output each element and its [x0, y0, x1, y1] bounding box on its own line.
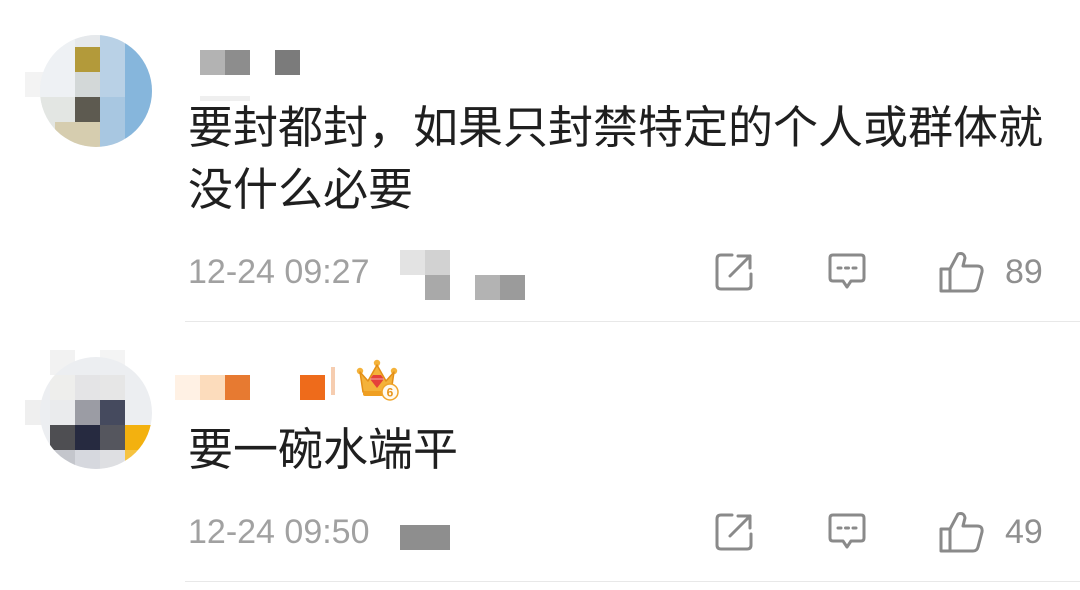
comment-text: 要一碗水端平 [188, 423, 459, 476]
location [188, 507, 450, 550]
mosaic-block [100, 400, 125, 425]
mosaic-block [475, 275, 500, 300]
mosaic-block [75, 450, 100, 469]
comment-body: 要封都封，如果只封禁特定的个人或群体就没什么必要 12-24 09:27 89 [188, 0, 1080, 300]
mosaic-block [500, 275, 525, 300]
mosaic-block [125, 425, 152, 450]
badge-level: 6 [387, 386, 394, 400]
mosaic-block [75, 375, 100, 400]
thumbs-up-icon [939, 512, 984, 553]
mosaic-block [225, 375, 250, 400]
crown-badge-icon[interactable]: 6 [355, 357, 399, 401]
share-button[interactable] [713, 251, 755, 293]
divider [185, 581, 1080, 582]
mosaic-block [100, 97, 125, 147]
mosaic-block [50, 400, 75, 425]
like-count: 49 [1005, 513, 1043, 551]
mosaic-block [75, 400, 100, 425]
mosaic-block [50, 425, 75, 450]
comment-text: 要封都封，如果只封禁特定的个人或群体就没什么必要 [188, 101, 1044, 216]
mosaic-block [100, 375, 125, 400]
mosaic-block [200, 96, 250, 101]
mosaic-block [125, 35, 152, 147]
mosaic-block [50, 375, 75, 400]
mosaic-block [75, 47, 100, 72]
mosaic-block [50, 450, 75, 469]
mosaic-block [400, 250, 425, 275]
mosaic-block [225, 50, 250, 75]
mosaic-block [55, 122, 100, 147]
avatar[interactable] [40, 35, 152, 147]
mosaic-block [200, 375, 225, 400]
mosaic-block [300, 375, 325, 400]
timestamp: 12-24 09:27 [188, 253, 370, 291]
mosaic-block [400, 525, 450, 550]
comment-item[interactable]: 要封都封，如果只封禁特定的个人或群体就没什么必要 12-24 09:27 89 [0, 0, 1080, 322]
location [188, 247, 525, 300]
mosaic-block [331, 367, 335, 395]
share-icon [715, 513, 753, 551]
comment-icon [828, 513, 866, 549]
comment-list: 要封都封，如果只封禁特定的个人或群体就没什么必要 12-24 09:27 89 … [0, 0, 1080, 582]
mosaic-block [425, 250, 450, 275]
like-count: 89 [1005, 253, 1043, 291]
mosaic-block [75, 425, 100, 450]
like-button[interactable]: 89 [938, 247, 1048, 297]
mosaic-block [100, 450, 125, 469]
comment-button[interactable] [826, 511, 868, 553]
mosaic-block [100, 425, 125, 450]
share-button[interactable] [713, 511, 755, 553]
comment-meta: 12-24 09:27 89 [188, 247, 1080, 300]
thumbs-up-icon [939, 252, 984, 293]
mosaic-block [40, 35, 75, 97]
avatar[interactable] [40, 357, 152, 469]
timestamp: 12-24 09:50 [188, 513, 370, 551]
mosaic-block [200, 50, 225, 75]
mosaic-block [175, 375, 200, 400]
like-button[interactable]: 49 [938, 507, 1048, 557]
mosaic-block [125, 450, 152, 469]
comment-body: 6 要一碗水端平 12-24 09:50 49 [175, 322, 1080, 557]
comment-icon [828, 253, 866, 289]
mosaic-block [75, 35, 100, 47]
share-icon [715, 253, 753, 291]
username[interactable] [188, 0, 1080, 101]
mosaic-block [75, 97, 100, 122]
mosaic-block [75, 72, 100, 97]
username[interactable]: 6 [175, 322, 1080, 419]
comment-button[interactable] [826, 251, 868, 293]
comment-meta: 12-24 09:50 49 [188, 507, 1080, 557]
mosaic-block [425, 275, 450, 300]
comment-item[interactable]: 6 要一碗水端平 12-24 09:50 49 [0, 322, 1080, 582]
mosaic-block [100, 35, 125, 97]
mosaic-block [275, 50, 300, 75]
